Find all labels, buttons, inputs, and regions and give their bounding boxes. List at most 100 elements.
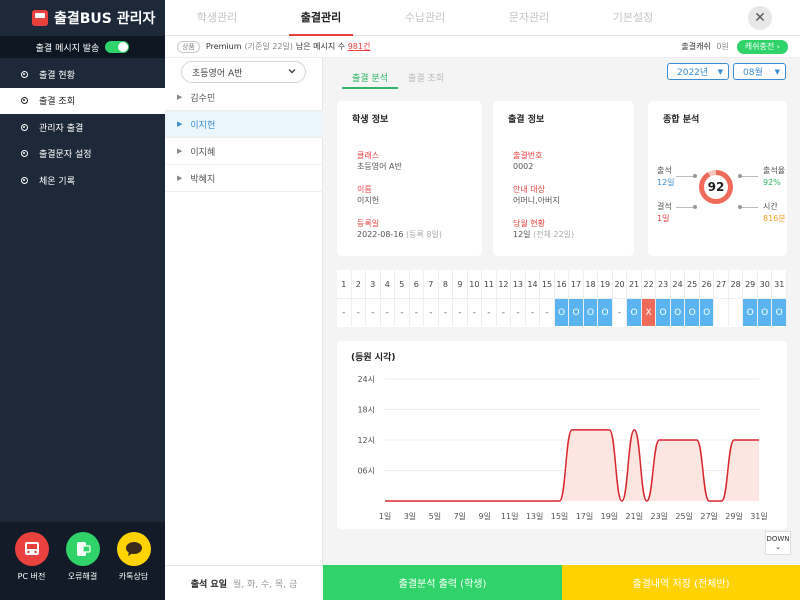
calendar-mark[interactable]: - [438,298,454,326]
calendar-mark[interactable]: O [743,298,758,326]
calendar-day: 14 [526,270,541,298]
calendar-mark[interactable]: - [511,298,526,326]
error-fix-label: 오류해결 [67,572,98,581]
calendar-mark[interactable]: O [757,298,773,326]
class-select[interactable]: 초등영어 A반 [181,61,306,83]
x-tick-label: 31일 [750,512,768,521]
class-select-value: 초등영어 A반 [192,68,243,79]
month-select[interactable]: 08월 ▼ [733,63,786,80]
calendar-mark[interactable]: - [453,298,468,326]
calendar-day: 24 [671,270,686,298]
subtab-attendance-analysis[interactable]: 출결 분석 [342,71,398,89]
field-value: 이지헌 [357,196,380,205]
stat-value: 12일 [657,178,675,187]
message-toggle-row: 출결 메시지 발송 [0,36,165,58]
calendar-day: 26 [700,270,715,298]
app-logo[interactable]: 출결BUS 관리자 [0,0,165,36]
y-tick-label: 18시 [357,406,375,415]
student-name: 이지혜 [190,147,216,158]
calendar-mark[interactable]: O [598,298,613,326]
calendar-day: 4 [381,270,396,298]
pc-version-button[interactable]: PC 버전 [14,532,49,600]
calendar-mark[interactable]: - [482,298,497,326]
sidebar-item-attendance-lookup[interactable]: 출결 조회 [0,87,165,114]
calendar-day: 30 [758,270,773,298]
calendar-mark[interactable]: - [351,298,367,326]
calendar-day: 5 [395,270,410,298]
save-all-history-button[interactable]: 출결내역 저장 (전체반) [562,565,800,600]
time-stat: 시간 816분 [763,201,786,225]
message-toggle-switch[interactable] [105,41,130,53]
stat-value: 92% [763,178,781,187]
sidebar-item-attendance-status[interactable]: 출결 현황 [0,61,165,88]
calendar-mark[interactable]: - [380,298,396,326]
calendar-day: 3 [366,270,381,298]
sidebar-item-admin-attendance[interactable]: 관리자 출결 [0,114,165,141]
charge-cash-button[interactable]: 캐쉬충전 › [736,39,788,54]
close-button[interactable]: ✕ [748,6,772,30]
calendar-mark[interactable] [728,298,744,326]
calendar-mark[interactable]: - [467,298,483,326]
month-note: (전체 22일) [533,230,575,239]
sidebar-item-temperature-log[interactable]: 체온 기록 [0,167,165,194]
calendar-mark[interactable]: - [395,298,410,326]
month-status-field: 당월 현황 12일 (전체 22일) [513,218,574,240]
calendar-mark[interactable]: - [540,298,555,326]
error-fix-button[interactable]: 오류해결 [65,532,100,600]
calendar-mark[interactable]: - [366,298,381,326]
stat-label: 결석 [657,202,672,211]
tab-payment-management[interactable]: 수납관리 [373,0,477,36]
calendar-mark[interactable]: O [685,298,700,326]
caret-right-icon: ▶ [177,120,183,128]
student-item[interactable]: ▶ 이지헌 [165,111,323,138]
absent-stat: 결석 1일 [657,201,672,225]
connector-dot [693,174,697,178]
calendar-mark[interactable]: - [409,298,425,326]
calendar-mark[interactable] [714,298,729,326]
tab-basic-settings[interactable]: 기본설정 [581,0,685,36]
calendar-mark[interactable]: - [337,298,352,326]
student-item[interactable]: ▶ 이지혜 [165,138,323,165]
pc-version-label: PC 버전 [17,572,46,581]
x-tick-label: 23일 [650,512,668,521]
student-item[interactable]: ▶ 박혜지 [165,165,323,192]
field-value: 2022-08-16 (등록 8일) [357,229,442,240]
calendar-day: 11 [482,270,497,298]
calendar-mark[interactable]: O [583,298,599,326]
radio-icon [21,97,28,105]
x-tick-label: 3일 [404,512,416,521]
calendar-mark[interactable]: - [612,298,628,326]
calendar-mark[interactable]: O [656,298,671,326]
calendar-day: 27 [714,270,729,298]
calendar-mark[interactable]: - [525,298,541,326]
calendar-mark[interactable]: - [496,298,512,326]
field-value: 어머니,아버지 [513,196,560,205]
calendar-mark[interactable]: O [772,298,787,326]
student-item[interactable]: ▶ 김수민 [165,84,323,111]
remaining-value[interactable]: 981건 [348,41,371,52]
caret-right-icon: ▶ [177,174,183,182]
calendar-mark[interactable]: O [627,298,642,326]
tab-attendance-management[interactable]: 출결관리 [269,0,373,36]
charge-cash-label: 캐쉬충전 [744,41,775,51]
attendance-no-field: 출결번호 0002 [513,150,542,172]
tab-student-management[interactable]: 학생관리 [165,0,269,36]
calendar-mark[interactable]: O [699,298,715,326]
calendar-mark[interactable]: O [670,298,686,326]
sidebar-item-sms-settings[interactable]: 출결문자 설정 [0,141,165,168]
calendar-mark[interactable]: O [554,298,570,326]
down-button[interactable]: DOWN ⌄ [765,531,791,555]
calendar-day-row: 1 2 3 4 5 6 7 8 9 10 11 12 13 14 15 16 17 18 19 20 21 22 23 24 2… [337,270,787,298]
x-tick-label: 15일 [551,512,569,521]
tab-sms-management[interactable]: 문자관리 [477,0,581,36]
sidebar-item-label: 관리자 출결 [39,123,84,134]
kakao-chat-button[interactable]: 카톡상담 [116,532,151,600]
calendar-mark[interactable]: O [569,298,584,326]
remaining-label: 남은 메시지 수 [295,42,346,51]
export-student-analysis-button[interactable]: 출결분석 출력 (학생) [323,565,562,600]
year-select[interactable]: 2022년 ▼ [667,63,729,80]
calendar-mark[interactable]: X [641,298,657,326]
student-name: 김수민 [190,93,216,104]
subtab-attendance-lookup[interactable]: 출결 조회 [408,71,444,84]
calendar-mark[interactable]: - [424,298,439,326]
